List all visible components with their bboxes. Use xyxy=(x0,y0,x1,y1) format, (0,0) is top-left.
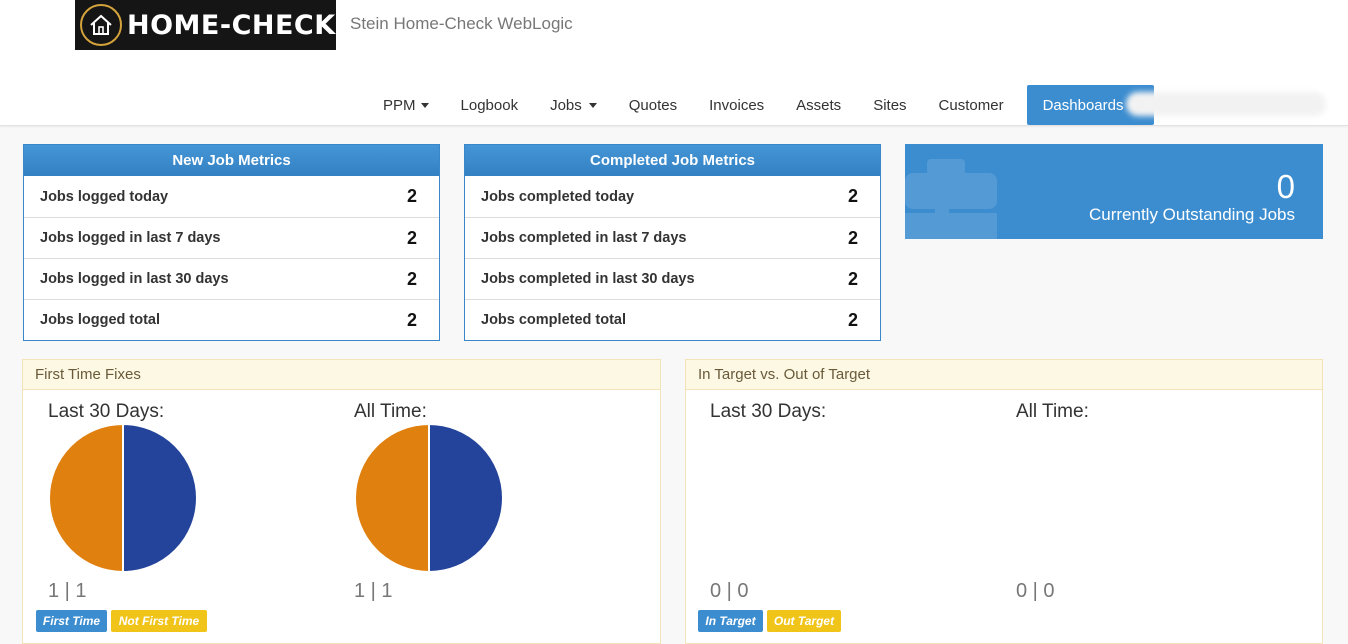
nav-invoices-label: Invoices xyxy=(709,96,765,114)
nav-customer-label: Customer xyxy=(938,96,1004,114)
pie-slice-first-time xyxy=(428,423,504,573)
badge-not-first-time: Not First Time xyxy=(111,610,207,632)
new-job-metrics-panel: New Job Metrics Jobs logged today 2 Jobs… xyxy=(23,144,440,341)
metric-label: Jobs logged in last 30 days xyxy=(40,271,229,287)
nav-jobs[interactable]: Jobs xyxy=(534,85,613,125)
app-header: HOME-CHECK Stein Home-Check WebLogic PPM… xyxy=(0,0,1348,126)
metric-label: Jobs logged today xyxy=(40,188,169,205)
in-target-panel: In Target vs. Out of Target Last 30 Days… xyxy=(685,359,1323,644)
nav-jobs-label: Jobs xyxy=(550,96,582,114)
all-time-label: All Time: xyxy=(1016,401,1089,422)
outstanding-label: Currently Outstanding Jobs xyxy=(1089,205,1295,224)
nav-assets-label: Assets xyxy=(796,96,842,114)
logo-text: HOME-CHECK xyxy=(127,9,336,41)
nav-quotes[interactable]: Quotes xyxy=(613,85,693,125)
metric-label: Jobs completed total xyxy=(481,312,627,328)
metric-value: 2 xyxy=(406,227,417,248)
nav-logbook-label: Logbook xyxy=(460,96,519,114)
metric-row: Jobs completed today 2 xyxy=(465,176,880,217)
metric-value: 2 xyxy=(847,268,858,289)
panel-title: In Target vs. Out of Target xyxy=(686,360,1322,390)
app-title: Stein Home-Check WebLogic xyxy=(350,14,573,33)
metric-value: 2 xyxy=(847,227,858,248)
nav-ppm[interactable]: PPM xyxy=(367,85,445,125)
all-time-counts: 0 | 0 xyxy=(1016,580,1055,602)
nav-dashboards-label: Dashboards xyxy=(1042,96,1124,114)
all-time-counts: 1 | 1 xyxy=(354,580,393,602)
panel-title: New Job Metrics xyxy=(24,145,439,176)
metric-row: Jobs logged in last 30 days 2 xyxy=(24,258,439,299)
all-time-label: All Time: xyxy=(354,401,427,422)
nav-ppm-label: PPM xyxy=(383,96,416,114)
metric-value: 2 xyxy=(847,186,858,206)
panel-title: Completed Job Metrics xyxy=(465,145,880,176)
metric-row: Jobs completed in last 7 days 2 xyxy=(465,217,880,258)
last-30-days-label: Last 30 Days: xyxy=(48,401,165,422)
metric-label: Jobs logged in last 7 days xyxy=(40,230,221,246)
caret-down-icon xyxy=(420,102,429,108)
home-check-logo[interactable]: HOME-CHECK xyxy=(75,0,336,50)
last-30-days-counts: 0 | 0 xyxy=(710,580,749,602)
metric-value: 2 xyxy=(406,268,417,289)
pie-slice-first-time xyxy=(122,423,198,573)
outstanding-count: 0 xyxy=(1276,168,1295,205)
metric-row: Jobs completed total 2 xyxy=(465,299,880,340)
pie-chart-last-30-days xyxy=(48,423,198,573)
metric-row: Jobs logged total 2 xyxy=(24,299,439,340)
metric-value: 2 xyxy=(406,186,417,206)
nav-customer[interactable]: Customer xyxy=(923,85,1020,125)
nav-sites-label: Sites xyxy=(873,96,907,114)
metric-value: 2 xyxy=(406,309,417,330)
nav-invoices[interactable]: Invoices xyxy=(693,85,780,125)
first-time-fixes-panel: First Time Fixes Last 30 Days: All Time:… xyxy=(22,359,661,644)
metric-row: Jobs logged today 2 xyxy=(24,176,439,217)
completed-job-metrics-panel: Completed Job Metrics Jobs completed tod… xyxy=(464,144,881,341)
metrics-list: Jobs logged today 2 Jobs logged in last … xyxy=(24,176,439,340)
metric-label: Jobs completed today xyxy=(481,188,635,205)
pie-chart-all-time xyxy=(354,423,504,573)
panel-title: First Time Fixes xyxy=(23,360,660,390)
nav-assets[interactable]: Assets xyxy=(780,85,857,125)
metric-value: 2 xyxy=(847,309,858,330)
nav-sites[interactable]: Sites xyxy=(857,85,922,125)
outstanding-jobs-tile[interactable]: 0 Currently Outstanding Jobs xyxy=(905,144,1323,239)
metric-row: Jobs completed in last 30 days 2 xyxy=(465,258,880,299)
briefcase-icon xyxy=(905,159,1005,239)
last-30-days-label: Last 30 Days: xyxy=(710,401,827,422)
main-nav: PPM Logbook Jobs Quotes Invoices Assets … xyxy=(367,85,1155,125)
last-30-days-counts: 1 | 1 xyxy=(48,580,87,602)
nav-logbook[interactable]: Logbook xyxy=(445,85,535,125)
metric-label: Jobs completed in last 30 days xyxy=(481,271,695,287)
badge-out-target: Out Target xyxy=(767,610,841,632)
metric-label: Jobs completed in last 7 days xyxy=(481,230,687,246)
pie-slice-not-first-time xyxy=(354,423,430,573)
nav-quotes-label: Quotes xyxy=(628,96,678,114)
house-icon xyxy=(80,4,122,46)
metric-label: Jobs logged total xyxy=(40,312,161,328)
metric-row: Jobs logged in last 7 days 2 xyxy=(24,217,439,258)
metrics-list: Jobs completed today 2 Jobs completed in… xyxy=(465,176,880,340)
caret-down-icon xyxy=(588,102,597,108)
pie-slice-not-first-time xyxy=(48,423,124,573)
user-menu-redacted[interactable] xyxy=(1126,92,1326,116)
badge-in-target: In Target xyxy=(698,610,763,632)
badge-first-time: First Time xyxy=(36,610,107,632)
